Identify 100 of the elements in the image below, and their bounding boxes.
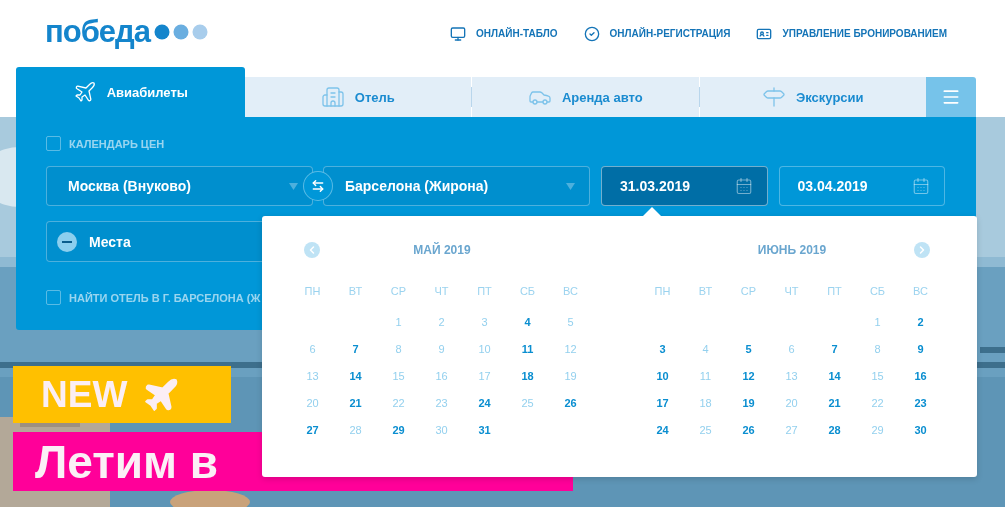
weekday-label: ПТ	[476, 284, 493, 299]
weekday-label: ВС	[912, 284, 929, 299]
weekday-label: СР	[739, 284, 758, 299]
calendar-day: 25	[506, 395, 549, 422]
calendar-day: 8	[856, 341, 899, 368]
weekday-label: ПН	[303, 284, 322, 299]
to-field[interactable]: Барселона (Жирона)	[322, 166, 591, 206]
calendar-day[interactable]: 24	[463, 395, 506, 422]
calendar-day[interactable]: 21	[334, 395, 377, 422]
calendar-day: 19	[549, 368, 592, 395]
calendar-day[interactable]: 9	[899, 341, 942, 368]
checkbox-label: НАЙТИ ОТЕЛЬ В Г. БАРСЕЛОНА (Ж	[69, 291, 261, 304]
weekday-label: СР	[389, 284, 408, 299]
calendar-day[interactable]: 7	[813, 341, 856, 368]
calendar-day: 15	[856, 368, 899, 395]
calendar-day: 13	[291, 368, 334, 395]
calendar-day: 4	[684, 341, 727, 368]
tab[interactable]: Авиабилеты	[16, 67, 245, 117]
weekday-label: ВС	[562, 284, 579, 299]
calendar-day: 15	[377, 368, 420, 395]
calendar-day: 1	[377, 314, 420, 341]
calendar-day: 22	[856, 395, 899, 422]
calendar-day[interactable]: 30	[899, 422, 942, 449]
calendar-day: 1	[856, 314, 899, 341]
calendar-day: 8	[377, 341, 420, 368]
tab[interactable]: Аренда авто	[472, 77, 699, 117]
calendar-day[interactable]: 12	[727, 368, 770, 395]
checkbox[interactable]	[46, 136, 61, 151]
calendar-icon	[912, 177, 930, 195]
calendar-day[interactable]: 16	[899, 368, 942, 395]
calendar-day: 11	[684, 368, 727, 395]
calendar-day[interactable]: 21	[813, 395, 856, 422]
calendar-day[interactable]: 14	[334, 368, 377, 395]
calendar-day: 6	[291, 341, 334, 368]
tab[interactable]: Отель	[244, 77, 472, 117]
nav-link[interactable]: УПРАВЛЕНИЕ БРОНИРОВАНИЕМ	[756, 25, 947, 42]
tab[interactable]: Экскурсии	[699, 77, 927, 117]
calendar-day: 20	[770, 395, 813, 422]
weekday-label: ВТ	[347, 284, 364, 299]
calendar-day[interactable]: 26	[727, 422, 770, 449]
calendar-day[interactable]: 14	[813, 368, 856, 395]
calendar-day: 29	[856, 422, 899, 449]
logo-text: победа	[45, 16, 150, 47]
month-title: МАЙ 2019	[412, 243, 472, 257]
weekday-label: ПТ	[826, 284, 843, 299]
calendar-day: 2	[420, 314, 463, 341]
calendar-day[interactable]: 4	[506, 314, 549, 341]
calendar-day: 10	[463, 341, 506, 368]
month-title: ИЮНЬ 2019	[756, 243, 828, 257]
dropdown-icon	[289, 182, 299, 190]
checkbox[interactable]	[46, 290, 61, 305]
calendar-day: 12	[549, 341, 592, 368]
menu-button[interactable]	[926, 77, 976, 117]
checkbox-label: КАЛЕНДАРЬ ЦЕН	[69, 137, 165, 150]
calendar-day: 9	[420, 341, 463, 368]
calendar-day[interactable]: 7	[334, 341, 377, 368]
calendar-day[interactable]: 28	[813, 422, 856, 449]
nav-link[interactable]: ОНЛАЙН-РЕГИСТРАЦИЯ	[583, 25, 731, 42]
weekday-label: ЧТ	[433, 284, 450, 299]
calendar-day: 18	[684, 395, 727, 422]
calendar-day[interactable]: 18	[506, 368, 549, 395]
next-month-button[interactable]	[914, 242, 930, 258]
prev-month-button[interactable]	[304, 242, 320, 258]
calendar-day: 3	[463, 314, 506, 341]
calendar-day[interactable]: 3	[641, 341, 684, 368]
calendar-day: 6	[770, 341, 813, 368]
calendar-day: 16	[420, 368, 463, 395]
dropdown-icon	[566, 182, 576, 190]
calendar-day: 13	[770, 368, 813, 395]
new-badge: NEW	[13, 366, 231, 423]
nav-link[interactable]: ОНЛАЙН-ТАБЛО	[450, 25, 558, 42]
calendar-day: 5	[549, 314, 592, 341]
logo-dots-icon	[153, 23, 208, 40]
calendar-day: 27	[770, 422, 813, 449]
weekday-label: СБ	[518, 284, 537, 299]
swap-icon	[311, 179, 325, 193]
from-field[interactable]: Москва (Внуково)	[46, 166, 314, 206]
calendar-day[interactable]: 26	[549, 395, 592, 422]
date-field[interactable]: 03.04.2019	[778, 166, 945, 206]
calendar-day: 25	[684, 422, 727, 449]
calendar-day[interactable]: 24	[641, 422, 684, 449]
calendar-day[interactable]: 19	[727, 395, 770, 422]
weekday-label: СБ	[868, 284, 887, 299]
calendar-icon	[734, 177, 753, 195]
weekday-label: ПН	[653, 284, 672, 299]
monitor-icon	[450, 25, 467, 42]
calendar-day[interactable]: 10	[641, 368, 684, 395]
minus-icon	[57, 231, 77, 252]
date-field[interactable]: 31.03.2019	[601, 166, 768, 206]
calendar-day[interactable]: 5	[727, 341, 770, 368]
calendar-day: 22	[377, 395, 420, 422]
calendar-day: 23	[420, 395, 463, 422]
signpost-icon	[762, 85, 787, 109]
weekday-label: ВТ	[697, 284, 714, 299]
calendar-day[interactable]: 17	[641, 395, 684, 422]
calendar-day[interactable]: 11	[506, 341, 549, 368]
calendar-day[interactable]: 23	[899, 395, 942, 422]
calendar-day: 20	[291, 395, 334, 422]
calendar-day[interactable]: 2	[899, 314, 942, 341]
building-icon	[320, 85, 345, 109]
